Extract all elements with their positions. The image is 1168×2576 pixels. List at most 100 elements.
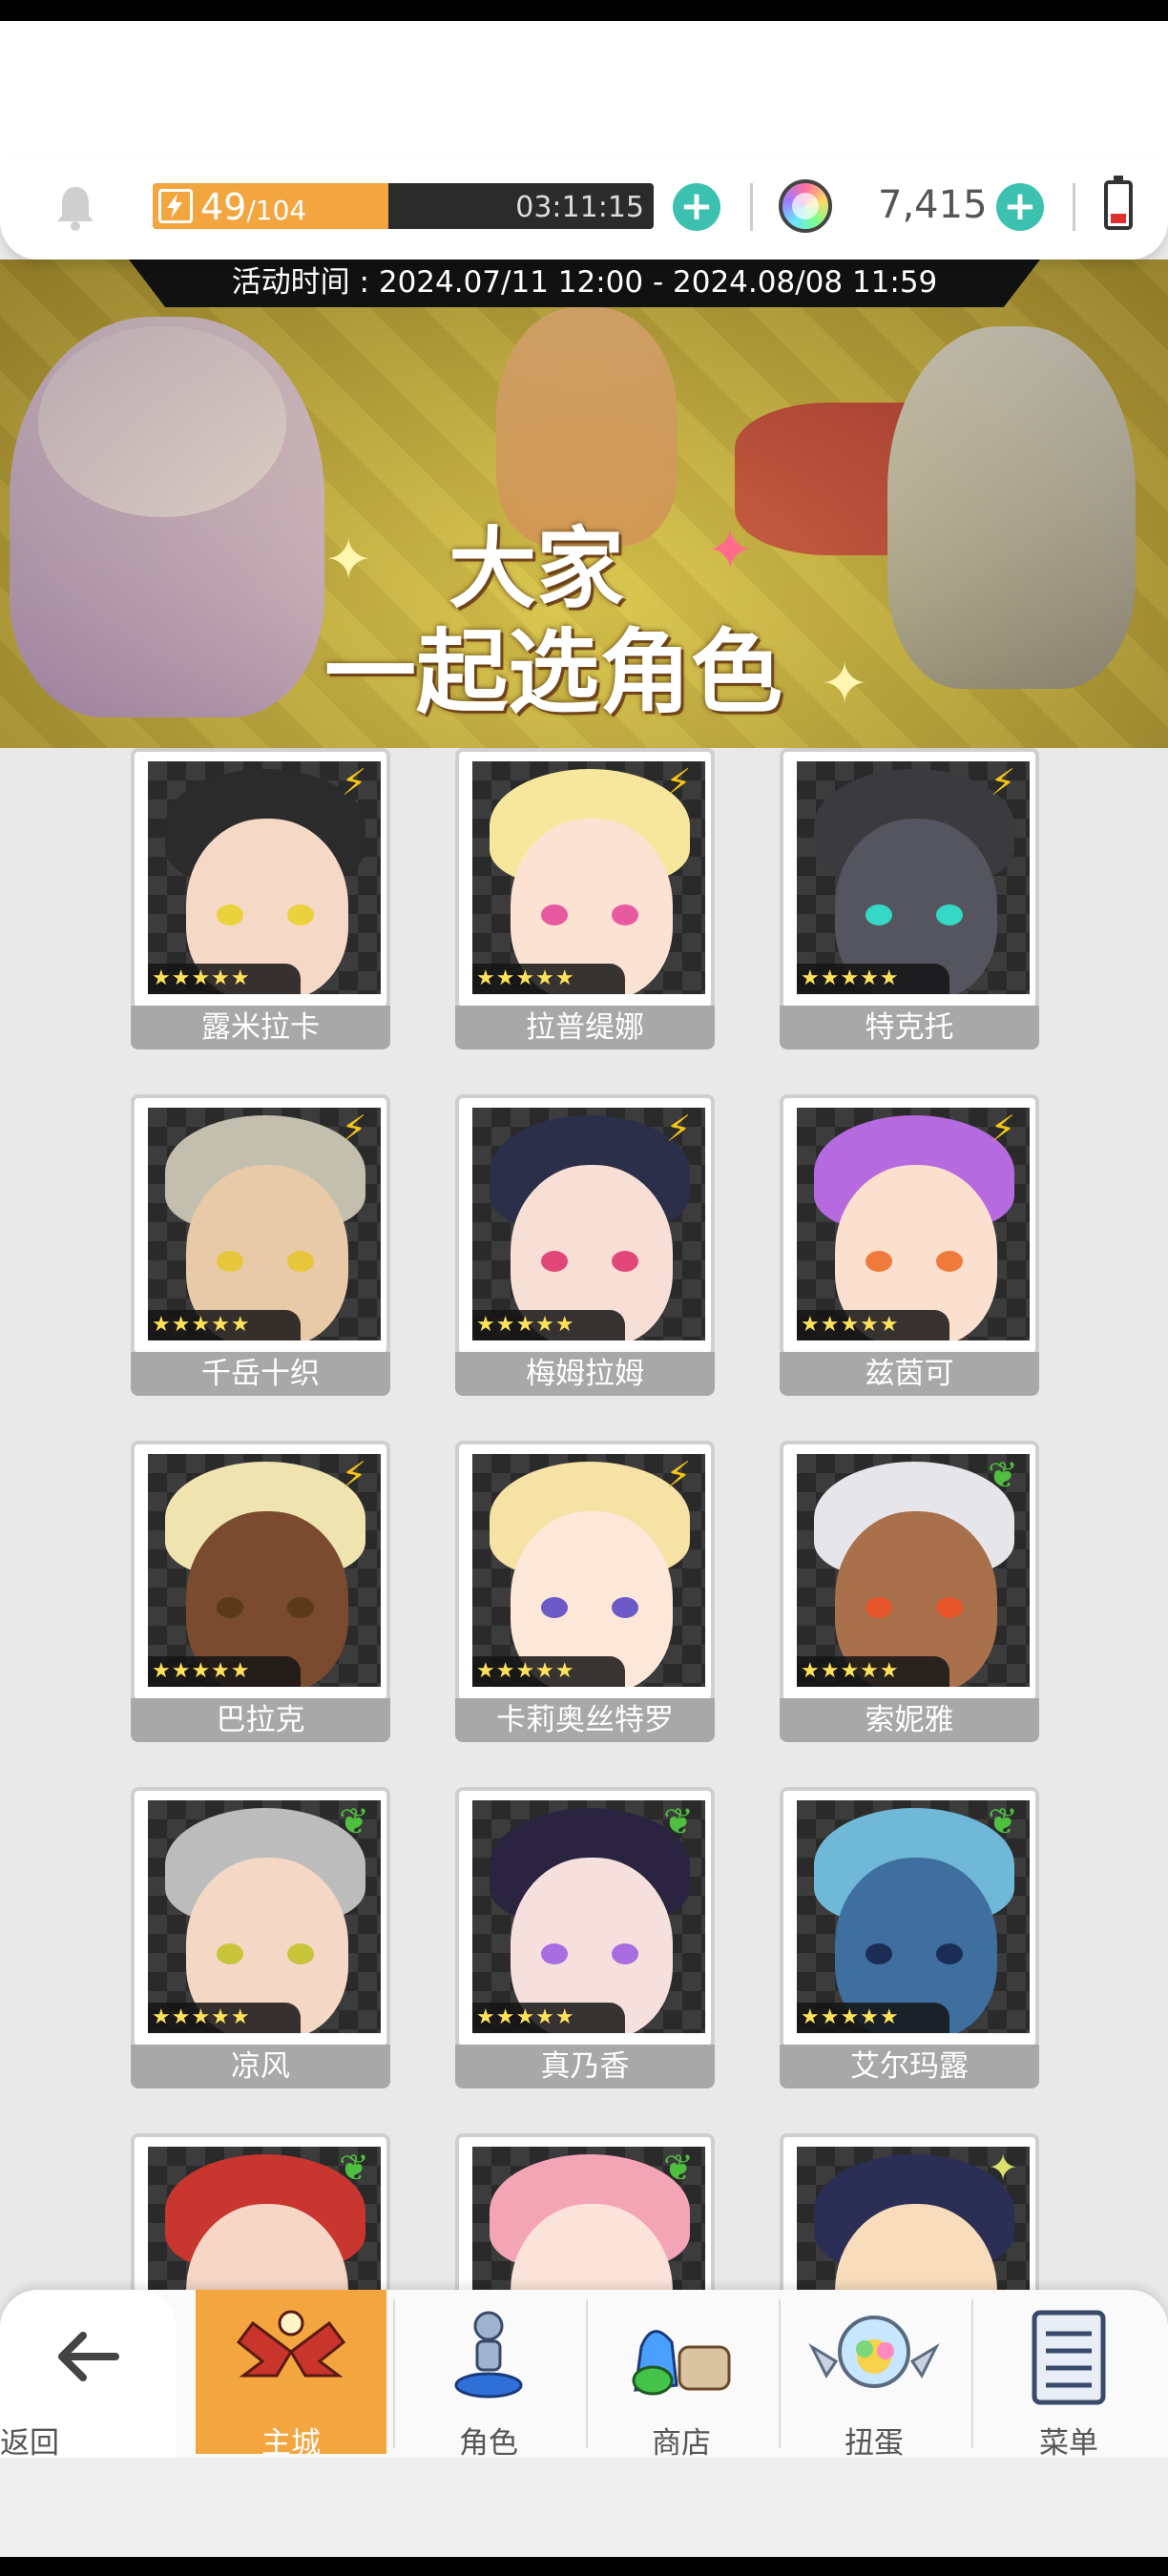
character-card[interactable]: ⚡ ★★★★★ 卡莉奥丝特罗 bbox=[455, 1441, 715, 1746]
banner-title-line2: 一起选角色 bbox=[324, 619, 782, 726]
add-stamina-button[interactable]: + bbox=[673, 183, 720, 231]
star-rating: ★★★★★ bbox=[148, 1310, 301, 1340]
character-grid: ⚡ ★★★★★ 露米拉卡 ⚡ ★★★★★ 拉普缇娜 ⚡ ★★★★★ 特克托 ⚡ ★★★★★ 千岳十织 ⚡… bbox=[0, 748, 1168, 2396]
nav-gacha-label: 扭蛋 bbox=[845, 2426, 904, 2461]
card-frame: ❦ ★★★★★ bbox=[780, 1787, 1039, 2049]
portrait-eye bbox=[866, 1251, 892, 1272]
sparkle-icon: ✦ bbox=[821, 651, 869, 717]
character-card[interactable]: ⚡ ★★★★★ 拉普缇娜 bbox=[455, 748, 715, 1053]
event-banner[interactable]: 活动时间 : 2024.07/11 12:00 - 2024.08/08 11:… bbox=[0, 260, 1168, 748]
character-card[interactable]: ❦ ★★★★★ 真乃香 bbox=[455, 1787, 715, 2092]
notification-bell-icon[interactable] bbox=[53, 183, 97, 231]
card-frame: ⚡ ★★★★★ bbox=[455, 1094, 715, 1357]
card-frame: ❦ ★★★★★ bbox=[131, 1787, 390, 2049]
castle-wings-icon bbox=[236, 2310, 346, 2378]
add-gem-button[interactable]: + bbox=[996, 183, 1044, 231]
portrait-eye bbox=[541, 904, 568, 925]
star-rating: ★★★★★ bbox=[472, 1656, 625, 1687]
character-name: 千岳十织 bbox=[131, 1352, 390, 1396]
character-card[interactable]: ❦ ★★★★★ 凉风 bbox=[131, 1787, 390, 2092]
character-statue-icon bbox=[454, 2311, 523, 2399]
arrow-left-icon bbox=[58, 2332, 119, 2381]
character-name: 真乃香 bbox=[455, 2045, 715, 2088]
portrait-eye bbox=[612, 904, 638, 925]
character-card[interactable]: ❦ ★★★★★ 索妮雅 bbox=[780, 1441, 1039, 1746]
star-rating: ★★★★★ bbox=[472, 2003, 625, 2033]
character-name: 露米拉卡 bbox=[131, 1006, 390, 1049]
portrait-eye bbox=[936, 1251, 963, 1272]
card-frame: ⚡ ★★★★★ bbox=[780, 1094, 1039, 1357]
resource-bar: 49/104 03:11:15 + 7,415 + bbox=[0, 155, 1168, 260]
card-frame: ⚡ ★★★★★ bbox=[780, 748, 1039, 1010]
character-name: 索妮雅 bbox=[780, 1698, 1039, 1742]
nav-menu[interactable]: 菜单 bbox=[973, 2290, 1164, 2461]
character-name: 兹茵可 bbox=[780, 1352, 1039, 1396]
card-frame: ❦ ★★★★★ bbox=[780, 1441, 1039, 1703]
portrait-eye bbox=[936, 1943, 963, 1964]
character-card[interactable]: ⚡ ★★★★★ 露米拉卡 bbox=[131, 748, 390, 1053]
lightning-element-icon: ⚡ bbox=[990, 761, 1016, 803]
star-rating: ★★★★★ bbox=[472, 1310, 625, 1340]
stamina-value: 49/104 bbox=[200, 186, 307, 228]
gem-count: 7,415 bbox=[878, 183, 988, 227]
portrait-eye bbox=[287, 1943, 314, 1964]
character-name: 凉风 bbox=[131, 2045, 390, 2088]
character-card[interactable]: ⚡ ★★★★★ 千岳十织 bbox=[131, 1094, 390, 1400]
divider bbox=[750, 183, 753, 231]
nav-main-city[interactable]: 主城 bbox=[196, 2290, 386, 2461]
star-rating: ★★★★★ bbox=[797, 2003, 949, 2033]
top-black-bar bbox=[0, 0, 1168, 21]
star-rating: ★★★★★ bbox=[797, 1656, 949, 1687]
lightning-element-icon: ⚡ bbox=[341, 1108, 367, 1150]
character-card[interactable]: ⚡ ★★★★★ 梅姆拉姆 bbox=[455, 1094, 715, 1400]
card-frame: ⚡ ★★★★★ bbox=[455, 748, 715, 1010]
character-card[interactable]: ❦ ★★★★★ 艾尔玛露 bbox=[780, 1787, 1039, 2092]
wind-element-icon: ❦ bbox=[339, 2147, 369, 2189]
portrait-eye bbox=[287, 1597, 314, 1618]
portrait-eye bbox=[541, 1251, 568, 1272]
shop-bags-icon bbox=[632, 2330, 731, 2396]
portrait-eye bbox=[866, 1943, 892, 1964]
star-rating: ★★★★★ bbox=[472, 964, 625, 994]
stamina-max: /104 bbox=[246, 195, 307, 226]
portrait-eye bbox=[217, 1251, 243, 1272]
wind-element-icon: ❦ bbox=[988, 1800, 1018, 1842]
stamina-bolt-icon bbox=[158, 189, 193, 223]
event-time: 活动时间 : 2024.07/11 12:00 - 2024.08/08 11:… bbox=[129, 260, 1040, 307]
portrait-eye bbox=[612, 1597, 638, 1618]
nav-shop[interactable]: 商店 bbox=[586, 2290, 777, 2461]
gem-currency-icon bbox=[779, 179, 832, 233]
wind-element-icon: ❦ bbox=[663, 1800, 694, 1842]
nav-characters[interactable]: 角色 bbox=[393, 2290, 584, 2461]
character-name: 梅姆拉姆 bbox=[455, 1352, 715, 1396]
sparkle-icon: ✦ bbox=[706, 517, 755, 584]
character-card[interactable]: ⚡ ★★★★★ 特克托 bbox=[780, 748, 1039, 1053]
gacha-orb-icon bbox=[808, 2316, 940, 2388]
character-name: 拉普缇娜 bbox=[455, 1006, 715, 1049]
star-rating: ★★★★★ bbox=[148, 2003, 301, 2033]
portrait-eye bbox=[217, 1943, 243, 1964]
character-card[interactable]: ⚡ ★★★★★ 巴拉克 bbox=[131, 1441, 390, 1746]
lightning-element-icon: ⚡ bbox=[665, 1454, 692, 1496]
back-button[interactable]: 返回 bbox=[0, 2290, 176, 2461]
star-rating: ★★★★★ bbox=[148, 964, 301, 994]
portrait-eye bbox=[936, 904, 963, 925]
wind-element-icon: ❦ bbox=[988, 1454, 1018, 1496]
stamina-bar: 49/104 03:11:15 bbox=[153, 183, 654, 229]
character-name: 卡莉奥丝特罗 bbox=[455, 1698, 715, 1742]
lightning-element-icon: ⚡ bbox=[665, 1108, 692, 1150]
star-rating: ★★★★★ bbox=[148, 1656, 301, 1687]
gesture-area bbox=[0, 2458, 1168, 2557]
wind-element-icon: ❦ bbox=[663, 2147, 694, 2189]
wind-element-icon: ❦ bbox=[339, 1800, 369, 1842]
character-name: 巴拉克 bbox=[131, 1698, 390, 1742]
bottom-navigation: 返回 主城 角色 商店 扭蛋 菜单 bbox=[0, 2290, 1168, 2461]
portrait-eye bbox=[612, 1251, 638, 1272]
character-card[interactable]: ⚡ ★★★★★ 兹茵可 bbox=[780, 1094, 1039, 1400]
lightning-element-icon: ⚡ bbox=[341, 1454, 367, 1496]
top-blank-area bbox=[0, 21, 1168, 155]
portrait-eye bbox=[217, 904, 243, 925]
star-rating: ★★★★★ bbox=[797, 964, 949, 994]
nav-gacha[interactable]: 扭蛋 bbox=[779, 2290, 970, 2461]
portrait-eye bbox=[217, 1597, 243, 1618]
